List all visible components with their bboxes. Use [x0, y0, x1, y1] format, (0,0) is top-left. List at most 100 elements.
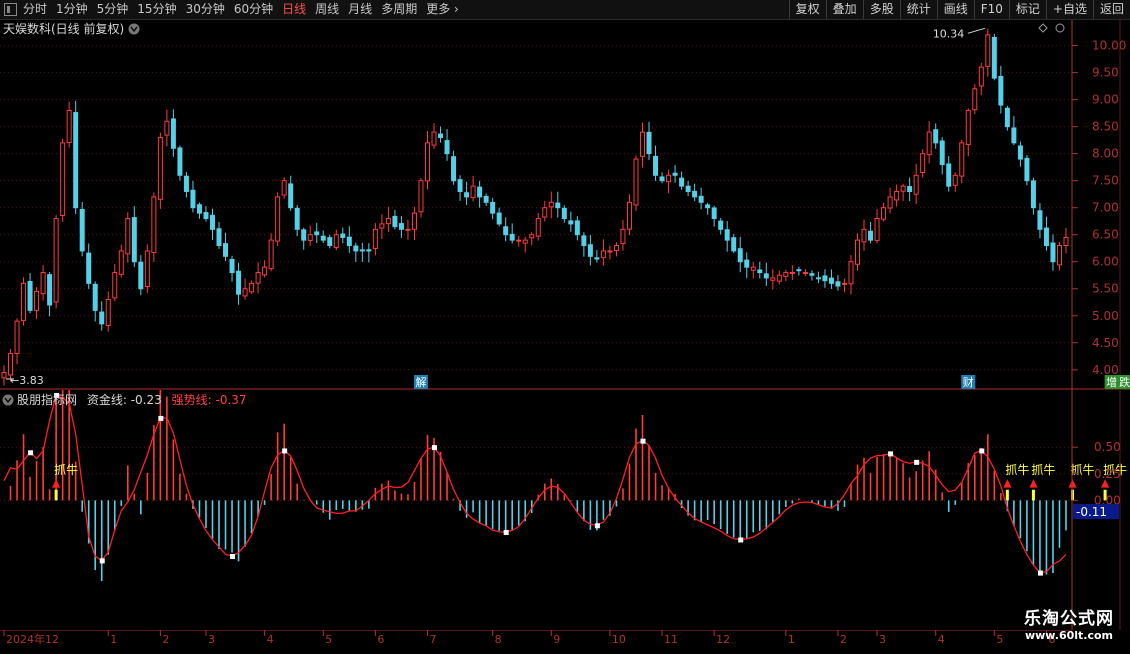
toolbar-button-0[interactable]: 复权 — [788, 0, 826, 19]
candle-body — [92, 283, 98, 311]
candle-body — [626, 201, 632, 230]
diamond-icon[interactable] — [1038, 23, 1048, 33]
candle-body — [477, 186, 483, 198]
candle-body — [900, 185, 906, 192]
svg-text:股朋指标网 资金线: -0.23: 股朋指标网 资金线: -0.23 强势线: -0.37 — [17, 392, 247, 407]
candle-body — [555, 202, 561, 209]
candle-body — [229, 258, 235, 274]
signal-label: 抓牛 — [1005, 462, 1029, 477]
indicator-dropdown-icon[interactable] — [2, 394, 14, 406]
candle-body — [815, 277, 821, 280]
toolbar-button-7[interactable]: +自选 — [1045, 0, 1093, 19]
candle-body — [27, 281, 33, 311]
y-tick-label: 7.00 — [1092, 201, 1119, 215]
strong-line — [3, 394, 1067, 574]
fund-line-label: 资金线: — [87, 392, 127, 407]
title-dropdown-icon[interactable] — [128, 23, 140, 35]
candle-body — [640, 131, 646, 157]
candle-body — [881, 207, 887, 220]
candle-body — [503, 226, 509, 236]
toolbar-button-8[interactable]: 返回 — [1092, 0, 1130, 19]
signal-arrow — [1003, 479, 1012, 488]
period-tab-10[interactable]: 更多 › — [426, 1, 459, 18]
candlestick-chart[interactable]: 4.00 4.50 5.00 5.50 6.00 6.50 7.00 7.50 8.00 8.50… — [0, 20, 1130, 390]
candle-body — [718, 220, 724, 230]
candle-body — [307, 234, 313, 241]
candle-body — [744, 259, 750, 268]
turning-point-marker — [888, 451, 894, 457]
candle-body — [1011, 127, 1017, 144]
candle-body — [633, 158, 639, 206]
toolbar-button-2[interactable]: 多股 — [862, 0, 900, 19]
toolbar-button-3[interactable]: 统计 — [899, 0, 937, 19]
x-date-label: 4 — [267, 633, 274, 646]
candle-body — [861, 228, 867, 243]
candle-body — [431, 131, 437, 146]
candle-body — [47, 274, 53, 306]
period-tab-1[interactable]: 1分钟 — [56, 1, 88, 18]
toolbar-button-5[interactable]: F10 — [973, 0, 1009, 19]
y-tick-label: 6.00 — [1092, 255, 1119, 269]
signal-bar — [1071, 489, 1075, 501]
candle-body — [86, 252, 92, 284]
toolbar-button-1[interactable]: 叠加 — [825, 0, 863, 19]
y-tick-label: 5.50 — [1092, 282, 1119, 296]
period-tab-7[interactable]: 周线 — [315, 1, 339, 18]
menu-icon[interactable] — [4, 3, 17, 16]
candle-body — [138, 261, 144, 290]
x-date-label: 5 — [996, 633, 1003, 646]
candle-body — [340, 233, 346, 238]
candle-body — [965, 109, 971, 146]
candle-body — [1050, 242, 1056, 263]
turning-point-marker — [1037, 570, 1043, 576]
candle-body — [711, 207, 717, 220]
candle-body — [288, 183, 294, 209]
signal-arrow — [1029, 479, 1038, 488]
candle-body — [724, 229, 730, 241]
period-tab-8[interactable]: 月线 — [348, 1, 372, 18]
candle-body — [112, 272, 118, 299]
candle-body — [438, 133, 444, 138]
candle-body — [157, 136, 163, 200]
candle-body — [757, 269, 763, 274]
event-marker-label: 财 — [963, 375, 974, 389]
turning-point-marker — [230, 553, 236, 559]
turning-point-marker — [432, 445, 438, 451]
period-tab-2[interactable]: 5分钟 — [97, 1, 129, 18]
strong-line-label: 强势线: — [172, 393, 212, 407]
candle-body — [848, 261, 854, 285]
y-tick-label: 4.50 — [1092, 336, 1119, 350]
candle-body — [177, 147, 183, 176]
candle-body — [874, 218, 880, 241]
candle-body — [698, 195, 704, 203]
candle-body — [705, 204, 711, 209]
candle-body — [613, 245, 619, 251]
candle-body — [346, 236, 352, 247]
candle-body — [1, 371, 7, 379]
period-tab-0[interactable]: 分时 — [23, 1, 47, 18]
x-date-label: 4 — [938, 633, 945, 646]
period-tab-6[interactable]: 日线 — [282, 1, 306, 18]
period-tab-4[interactable]: 30分钟 — [186, 1, 225, 18]
signal-bar — [54, 489, 58, 501]
toolbar-button-6[interactable]: 标记 — [1008, 0, 1046, 19]
candle-body — [913, 174, 919, 195]
settings-circle-icon[interactable] — [1055, 23, 1065, 33]
y-tick-label: 5.00 — [1092, 309, 1119, 323]
candle-body — [99, 311, 105, 325]
candle-body — [268, 239, 274, 270]
candle-body — [750, 266, 756, 271]
period-tab-5[interactable]: 60分钟 — [234, 1, 273, 18]
indicator-chart[interactable]: 抓牛 抓牛 抓牛 抓牛 抓牛 0.500.250.00-0.11 股朋指标网 资金线: … — [0, 390, 1130, 630]
period-tab-9[interactable]: 多周期 — [381, 1, 417, 18]
candle-body — [509, 233, 515, 241]
period-tab-3[interactable]: 15分钟 — [137, 1, 176, 18]
candle-body — [385, 218, 391, 225]
toolbar-button-4[interactable]: 画线 — [936, 0, 974, 19]
period-toolbar: 分时 1分钟 5分钟 15分钟 30分钟 60分钟 日线 周线 月线 多周期 更多 › 复权 叠加 多股… — [0, 0, 1130, 20]
candle-body — [802, 272, 808, 275]
candle-body — [946, 163, 952, 187]
candle-body — [118, 250, 124, 275]
candle-body — [594, 257, 600, 260]
candle-body — [548, 201, 554, 208]
